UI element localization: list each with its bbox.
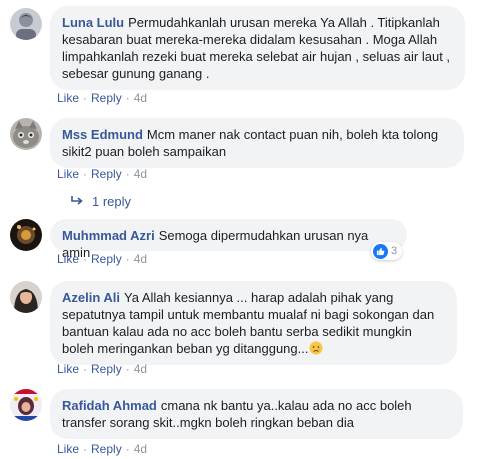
view-replies-link[interactable]: 1 reply [70, 194, 131, 210]
separator: · [83, 167, 88, 181]
comment-actions: Like · Reply · 4d [57, 90, 147, 106]
reply-link[interactable]: Reply [91, 91, 122, 105]
reply-link[interactable]: Reply [91, 362, 122, 376]
like-link[interactable]: Like [57, 167, 79, 181]
like-link[interactable]: Like [57, 252, 79, 266]
reply-link[interactable]: Reply [91, 167, 122, 181]
like-link[interactable]: Like [57, 91, 79, 105]
timestamp[interactable]: 4d [134, 252, 147, 266]
avatar[interactable] [10, 8, 42, 40]
separator: · [83, 362, 88, 376]
timestamp[interactable]: 4d [134, 91, 147, 105]
reply-arrow-icon [71, 196, 83, 205]
separator: · [125, 362, 130, 376]
reaction-count: 3 [391, 245, 398, 257]
comment-author[interactable]: Mss Edmund [62, 127, 143, 142]
reply-link[interactable]: Reply [91, 252, 122, 266]
separator: · [83, 91, 88, 105]
comment-bubble: Azelin Ali Ya Allah kesiannya ... harap a… [50, 281, 457, 365]
avatar[interactable] [10, 118, 42, 150]
reply-link[interactable]: Reply [91, 442, 122, 456]
crying-face-icon [309, 341, 323, 355]
comment-author[interactable]: Luna Lulu [62, 15, 124, 30]
timestamp[interactable]: 4d [134, 167, 147, 181]
comment-bubble: Luna Lulu Permudahkanlah urusan mereka Ya… [50, 6, 465, 90]
comment-actions: Like · Reply · 4d [57, 166, 147, 182]
avatar[interactable] [10, 281, 42, 313]
separator: · [125, 167, 130, 181]
separator: · [83, 442, 88, 456]
comment-actions: Like · Reply · 4d [57, 441, 147, 457]
separator: · [125, 442, 130, 456]
thumbs-up-icon [373, 243, 388, 259]
comment-author[interactable]: Rafidah Ahmad [62, 398, 157, 413]
replies-count-label[interactable]: 1 reply [92, 194, 131, 209]
comment-actions: Like · Reply · 4d [57, 361, 147, 377]
timestamp[interactable]: 4d [134, 362, 147, 376]
comment-author[interactable]: Muhmmad Azri [62, 228, 155, 243]
comment-bubble: Rafidah Ahmad cmana nk bantu ya..kalau ad… [50, 389, 463, 439]
separator: · [125, 252, 130, 266]
comment-bubble: Muhmmad Azri Semoga dipermudahkan urusan … [50, 219, 407, 260]
comment-author[interactable]: Azelin Ali [62, 290, 120, 305]
avatar[interactable] [10, 219, 42, 251]
separator: · [83, 252, 88, 266]
timestamp[interactable]: 4d [134, 442, 147, 456]
like-link[interactable]: Like [57, 362, 79, 376]
like-link[interactable]: Like [57, 442, 79, 456]
comment-bubble: Mss Edmund Mcm maner nak contact puan nih… [50, 118, 464, 168]
reaction-count-badge[interactable]: 3 [371, 242, 403, 260]
separator: · [125, 91, 130, 105]
comment-actions: Like · Reply · 4d [57, 251, 147, 267]
avatar[interactable] [10, 389, 42, 421]
